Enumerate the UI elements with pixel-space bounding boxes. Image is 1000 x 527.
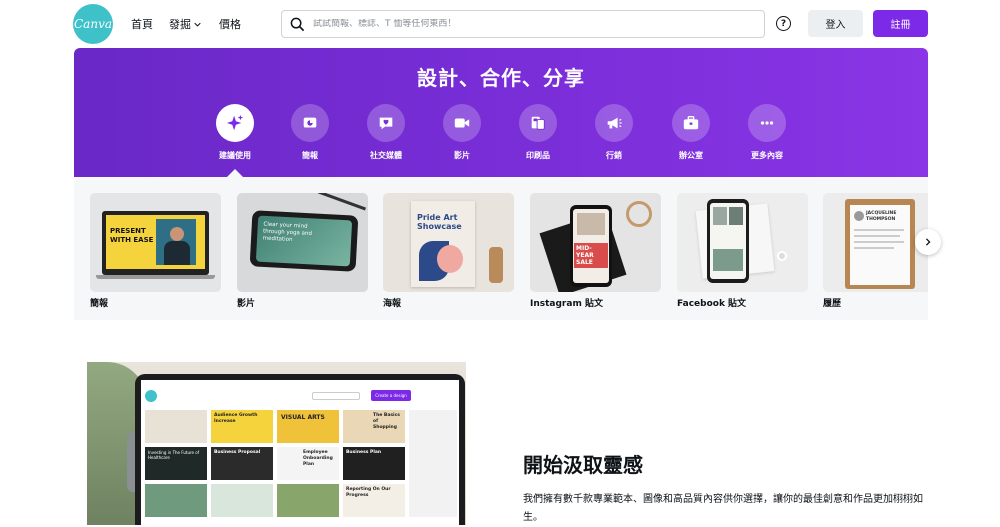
thumb-text: JACQUELINE THOMPSON xyxy=(866,211,897,222)
promo-description: 我們擁有數千款專業範本、圖像和高品質內容供你選擇，讓你的最佳創意和作品更加栩栩如… xyxy=(523,494,923,523)
screen-tile: Business Proposal xyxy=(211,447,273,480)
thumb-text: PRESENT WITH EASE xyxy=(110,227,154,244)
carousel-next-button[interactable] xyxy=(915,229,941,255)
category-label: 建議使用 xyxy=(219,151,251,160)
template-thumbnail: Pride Art Showcase xyxy=(383,193,514,292)
category-suggested[interactable]: 建議使用 xyxy=(200,104,270,161)
chevron-down-icon xyxy=(194,22,201,27)
screen-tile: Business Plan xyxy=(343,447,405,480)
more-dots-icon xyxy=(760,121,774,125)
category-label: 社交媒體 xyxy=(370,151,402,160)
chevron-right-icon xyxy=(925,238,931,246)
canva-logo[interactable]: Canva xyxy=(73,4,113,44)
nav-discover-label: 發掘 xyxy=(169,18,191,31)
template-thumbnail: JACQUELINE THOMPSON xyxy=(823,193,928,292)
sparkle-icon xyxy=(226,114,244,131)
category-label: 簡報 xyxy=(302,151,318,160)
promo-laptop-image: Create a design Audience Growth Increase… xyxy=(87,362,466,525)
thumb-text: MID-YEAR SALE xyxy=(574,243,608,268)
help-icon[interactable]: ? xyxy=(776,16,791,31)
nav-home-link[interactable]: 首頁 xyxy=(131,16,153,32)
category-more[interactable]: 更多內容 xyxy=(732,104,802,161)
template-thumbnail xyxy=(677,193,808,292)
category-label: 印刷品 xyxy=(526,151,550,160)
category-print[interactable]: 印刷品 xyxy=(503,104,573,161)
screen-create-button: Create a design xyxy=(371,390,411,401)
screen-tile: Employee Onboarding Plan xyxy=(277,447,339,480)
screen-tile: Reporting On Our Progress xyxy=(343,484,405,517)
heart-chat-icon xyxy=(379,117,393,130)
signup-button[interactable]: 註冊 xyxy=(873,10,928,37)
hero-banner: 設計、合作、分享 建議使用 簡報 社交媒體 影片 印刷品 行銷 辦公室 更多內容 xyxy=(74,48,928,177)
search-input[interactable] xyxy=(313,19,733,29)
category-label: 行銷 xyxy=(606,151,622,160)
print-icon xyxy=(531,116,545,130)
template-card-video[interactable]: Clear your mind through yoga and meditat… xyxy=(237,193,368,309)
template-card-label: Facebook 貼文 xyxy=(677,299,747,309)
template-card-label: Instagram 貼文 xyxy=(530,299,603,309)
template-card-presentation[interactable]: PRESENT WITH EASE 簡報 xyxy=(90,193,221,309)
briefcase-icon xyxy=(683,116,699,130)
template-carousel: PRESENT WITH EASE 簡報 Clear your mind thr… xyxy=(74,177,928,320)
category-social[interactable]: 社交媒體 xyxy=(351,104,421,161)
megaphone-icon xyxy=(607,117,622,129)
screen-tile: VISUAL ARTS xyxy=(277,410,339,443)
template-card-label: 海報 xyxy=(383,299,402,309)
template-card-poster[interactable]: Pride Art Showcase 海報 xyxy=(383,193,514,309)
video-camera-icon xyxy=(454,118,470,128)
nav-pricing-link[interactable]: 價格 xyxy=(219,16,241,32)
screen-tile: The Basics of Shopping xyxy=(343,410,405,443)
search-bar[interactable] xyxy=(281,10,765,38)
nav-discover-link[interactable]: 發掘 xyxy=(169,16,201,32)
category-label: 更多內容 xyxy=(751,151,783,160)
category-video[interactable]: 影片 xyxy=(427,104,497,161)
screen-tile: Audience Growth Increase xyxy=(211,410,273,443)
category-label: 影片 xyxy=(454,151,470,160)
template-card-label: 影片 xyxy=(237,299,256,309)
promo-title: 開始汲取靈感 xyxy=(523,453,643,477)
template-card-label: 履歷 xyxy=(823,299,842,309)
screen-tile: Investing in The Future of Healthcare xyxy=(145,447,207,480)
active-category-pointer xyxy=(227,169,243,177)
template-thumbnail: MID-YEAR SALE xyxy=(530,193,661,292)
presentation-icon xyxy=(303,117,317,128)
template-card-facebook[interactable]: Facebook 貼文 xyxy=(677,193,808,309)
category-presentation[interactable]: 簡報 xyxy=(275,104,345,161)
category-marketing[interactable]: 行銷 xyxy=(579,104,649,161)
hero-title: 設計、合作、分享 xyxy=(417,66,585,90)
thumb-text: Pride Art Showcase xyxy=(417,213,462,231)
template-thumbnail: PRESENT WITH EASE xyxy=(90,193,221,292)
category-office[interactable]: 辦公室 xyxy=(656,104,726,161)
template-card-instagram[interactable]: MID-YEAR SALE Instagram 貼文 xyxy=(530,193,661,309)
search-icon xyxy=(290,17,305,31)
template-card-label: 簡報 xyxy=(90,299,109,309)
thumb-text: Clear your mind through yoga and meditat… xyxy=(262,221,313,244)
top-nav: Canva 首頁 發掘 價格 ? 登入 註冊 xyxy=(0,0,1000,48)
template-thumbnail: Clear your mind through yoga and meditat… xyxy=(237,193,368,292)
category-label: 辦公室 xyxy=(679,151,703,160)
template-card-resume[interactable]: JACQUELINE THOMPSON 履歷 xyxy=(823,193,928,309)
login-button[interactable]: 登入 xyxy=(808,10,863,37)
